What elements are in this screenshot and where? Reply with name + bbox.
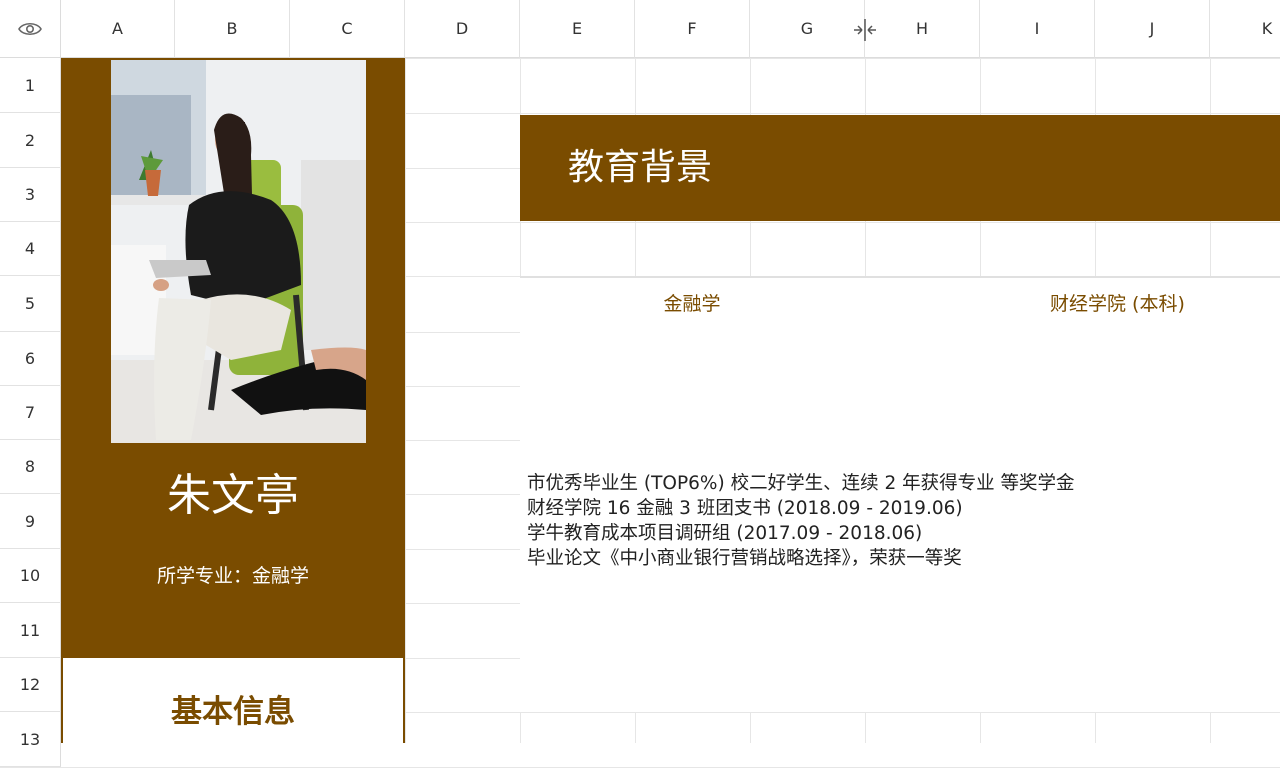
row-header-13[interactable]: 13 (0, 712, 61, 767)
row-header-1[interactable]: 1 (0, 58, 61, 113)
row-header-2[interactable]: 2 (0, 113, 61, 168)
eye-icon (18, 22, 42, 35)
education-detail-line: 财经学院 16 金融 3 班团支书 (2018.09 - 2019.06) (527, 498, 963, 519)
row-header-9[interactable]: 9 (0, 494, 61, 549)
column-resize-icon[interactable] (852, 18, 878, 42)
education-detail-line: 学牛教育成本项目调研组 (2017.09 - 2018.06) (527, 523, 923, 544)
column-header-c[interactable]: C (290, 0, 405, 58)
column-header-g[interactable]: G (750, 0, 865, 58)
row-header-4[interactable]: 4 (0, 222, 61, 276)
row-header-12[interactable]: 12 (0, 658, 61, 712)
basic-info-title: 基本信息 (171, 694, 295, 730)
column-header-f[interactable]: F (635, 0, 750, 58)
education-details: 市优秀毕业生 (TOP6%) 校二好学生、连续 2 年获得专业 等奖学金 财经学… (527, 471, 1267, 581)
profile-name: 朱文亭 (167, 470, 299, 521)
row-header-3[interactable]: 3 (0, 168, 61, 222)
column-header-k[interactable]: K (1210, 0, 1280, 58)
row-header-8[interactable]: 8 (0, 440, 61, 494)
education-detail-line: 市优秀毕业生 (TOP6%) 校二好学生、连续 2 年获得专业 等奖学金 (527, 473, 1075, 494)
select-all-corner[interactable] (0, 0, 61, 58)
row-header-7[interactable]: 7 (0, 386, 61, 440)
column-header-j[interactable]: J (1095, 0, 1210, 58)
education-detail-line: 毕业论文《中小商业银行营销战略选择》，荣获一等奖 (527, 548, 962, 569)
education-school[interactable]: 财经学院 (本科) (1050, 288, 1280, 320)
row-header-11[interactable]: 11 (0, 603, 61, 658)
education-section-title: 教育背景 (568, 147, 713, 188)
column-header-e[interactable]: E (520, 0, 635, 58)
profile-major: 所学专业：金融学 (156, 565, 309, 587)
row-header-5[interactable]: 5 (0, 276, 61, 332)
profile-photo[interactable] (111, 60, 366, 443)
column-header-h[interactable]: H (865, 0, 980, 58)
column-header-i[interactable]: I (980, 0, 1095, 58)
column-header-a[interactable]: A (61, 0, 175, 58)
photo-illustration (111, 60, 366, 443)
row-header-10[interactable]: 10 (0, 549, 61, 603)
column-header-b[interactable]: B (175, 0, 290, 58)
education-major[interactable]: 金融学 (520, 288, 864, 320)
column-header-d[interactable]: D (405, 0, 520, 58)
row-header-6[interactable]: 6 (0, 332, 61, 386)
